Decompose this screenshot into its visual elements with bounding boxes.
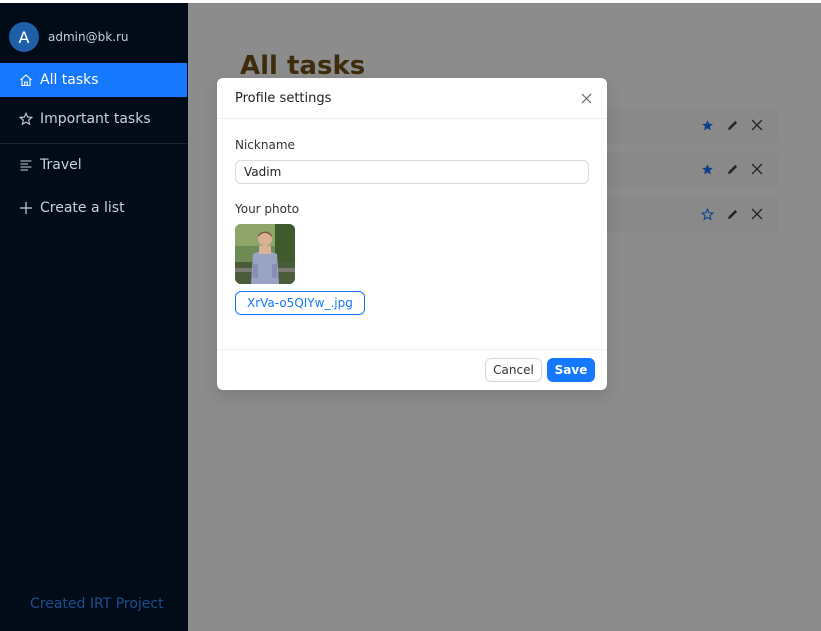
photo-file-button[interactable]: XrVa-o5QIYw_.jpg (235, 291, 365, 315)
save-button[interactable]: Save (547, 358, 595, 382)
cancel-button[interactable]: Cancel (485, 358, 542, 382)
close-icon[interactable] (579, 91, 593, 105)
plus-icon (18, 201, 34, 215)
modal-footer-divider (217, 349, 607, 350)
profile-photo (235, 224, 295, 284)
nickname-label: Nickname (235, 138, 295, 152)
sidebar-item-label: Important tasks (40, 111, 151, 127)
sidebar: A admin@bk.ru All tasks Important tasks … (0, 3, 188, 631)
modal-header: Profile settings (217, 78, 607, 119)
list-lines-icon (18, 158, 34, 172)
footer-link[interactable]: Created IRT Project (30, 596, 164, 612)
star-icon (18, 112, 34, 126)
sidebar-item-label: All tasks (40, 72, 99, 88)
photo-label: Your photo (235, 202, 300, 216)
avatar[interactable]: A (9, 22, 39, 52)
modal-title: Profile settings (235, 91, 332, 106)
user-profile[interactable]: A admin@bk.ru (9, 22, 129, 52)
sidebar-item-all-tasks[interactable]: All tasks (0, 63, 187, 97)
home-icon (18, 73, 34, 87)
sidebar-divider (0, 143, 187, 144)
sidebar-item-travel[interactable]: Travel (0, 148, 187, 182)
sidebar-item-create-list[interactable]: Create a list (0, 191, 187, 225)
profile-settings-modal: Profile settings Nickname Your photo XrV… (217, 78, 607, 390)
sidebar-item-important-tasks[interactable]: Important tasks (0, 102, 187, 136)
nickname-field[interactable] (235, 160, 589, 184)
sidebar-item-label: Create a list (40, 200, 125, 216)
sidebar-item-label: Travel (40, 157, 82, 173)
user-email: admin@bk.ru (48, 30, 129, 44)
